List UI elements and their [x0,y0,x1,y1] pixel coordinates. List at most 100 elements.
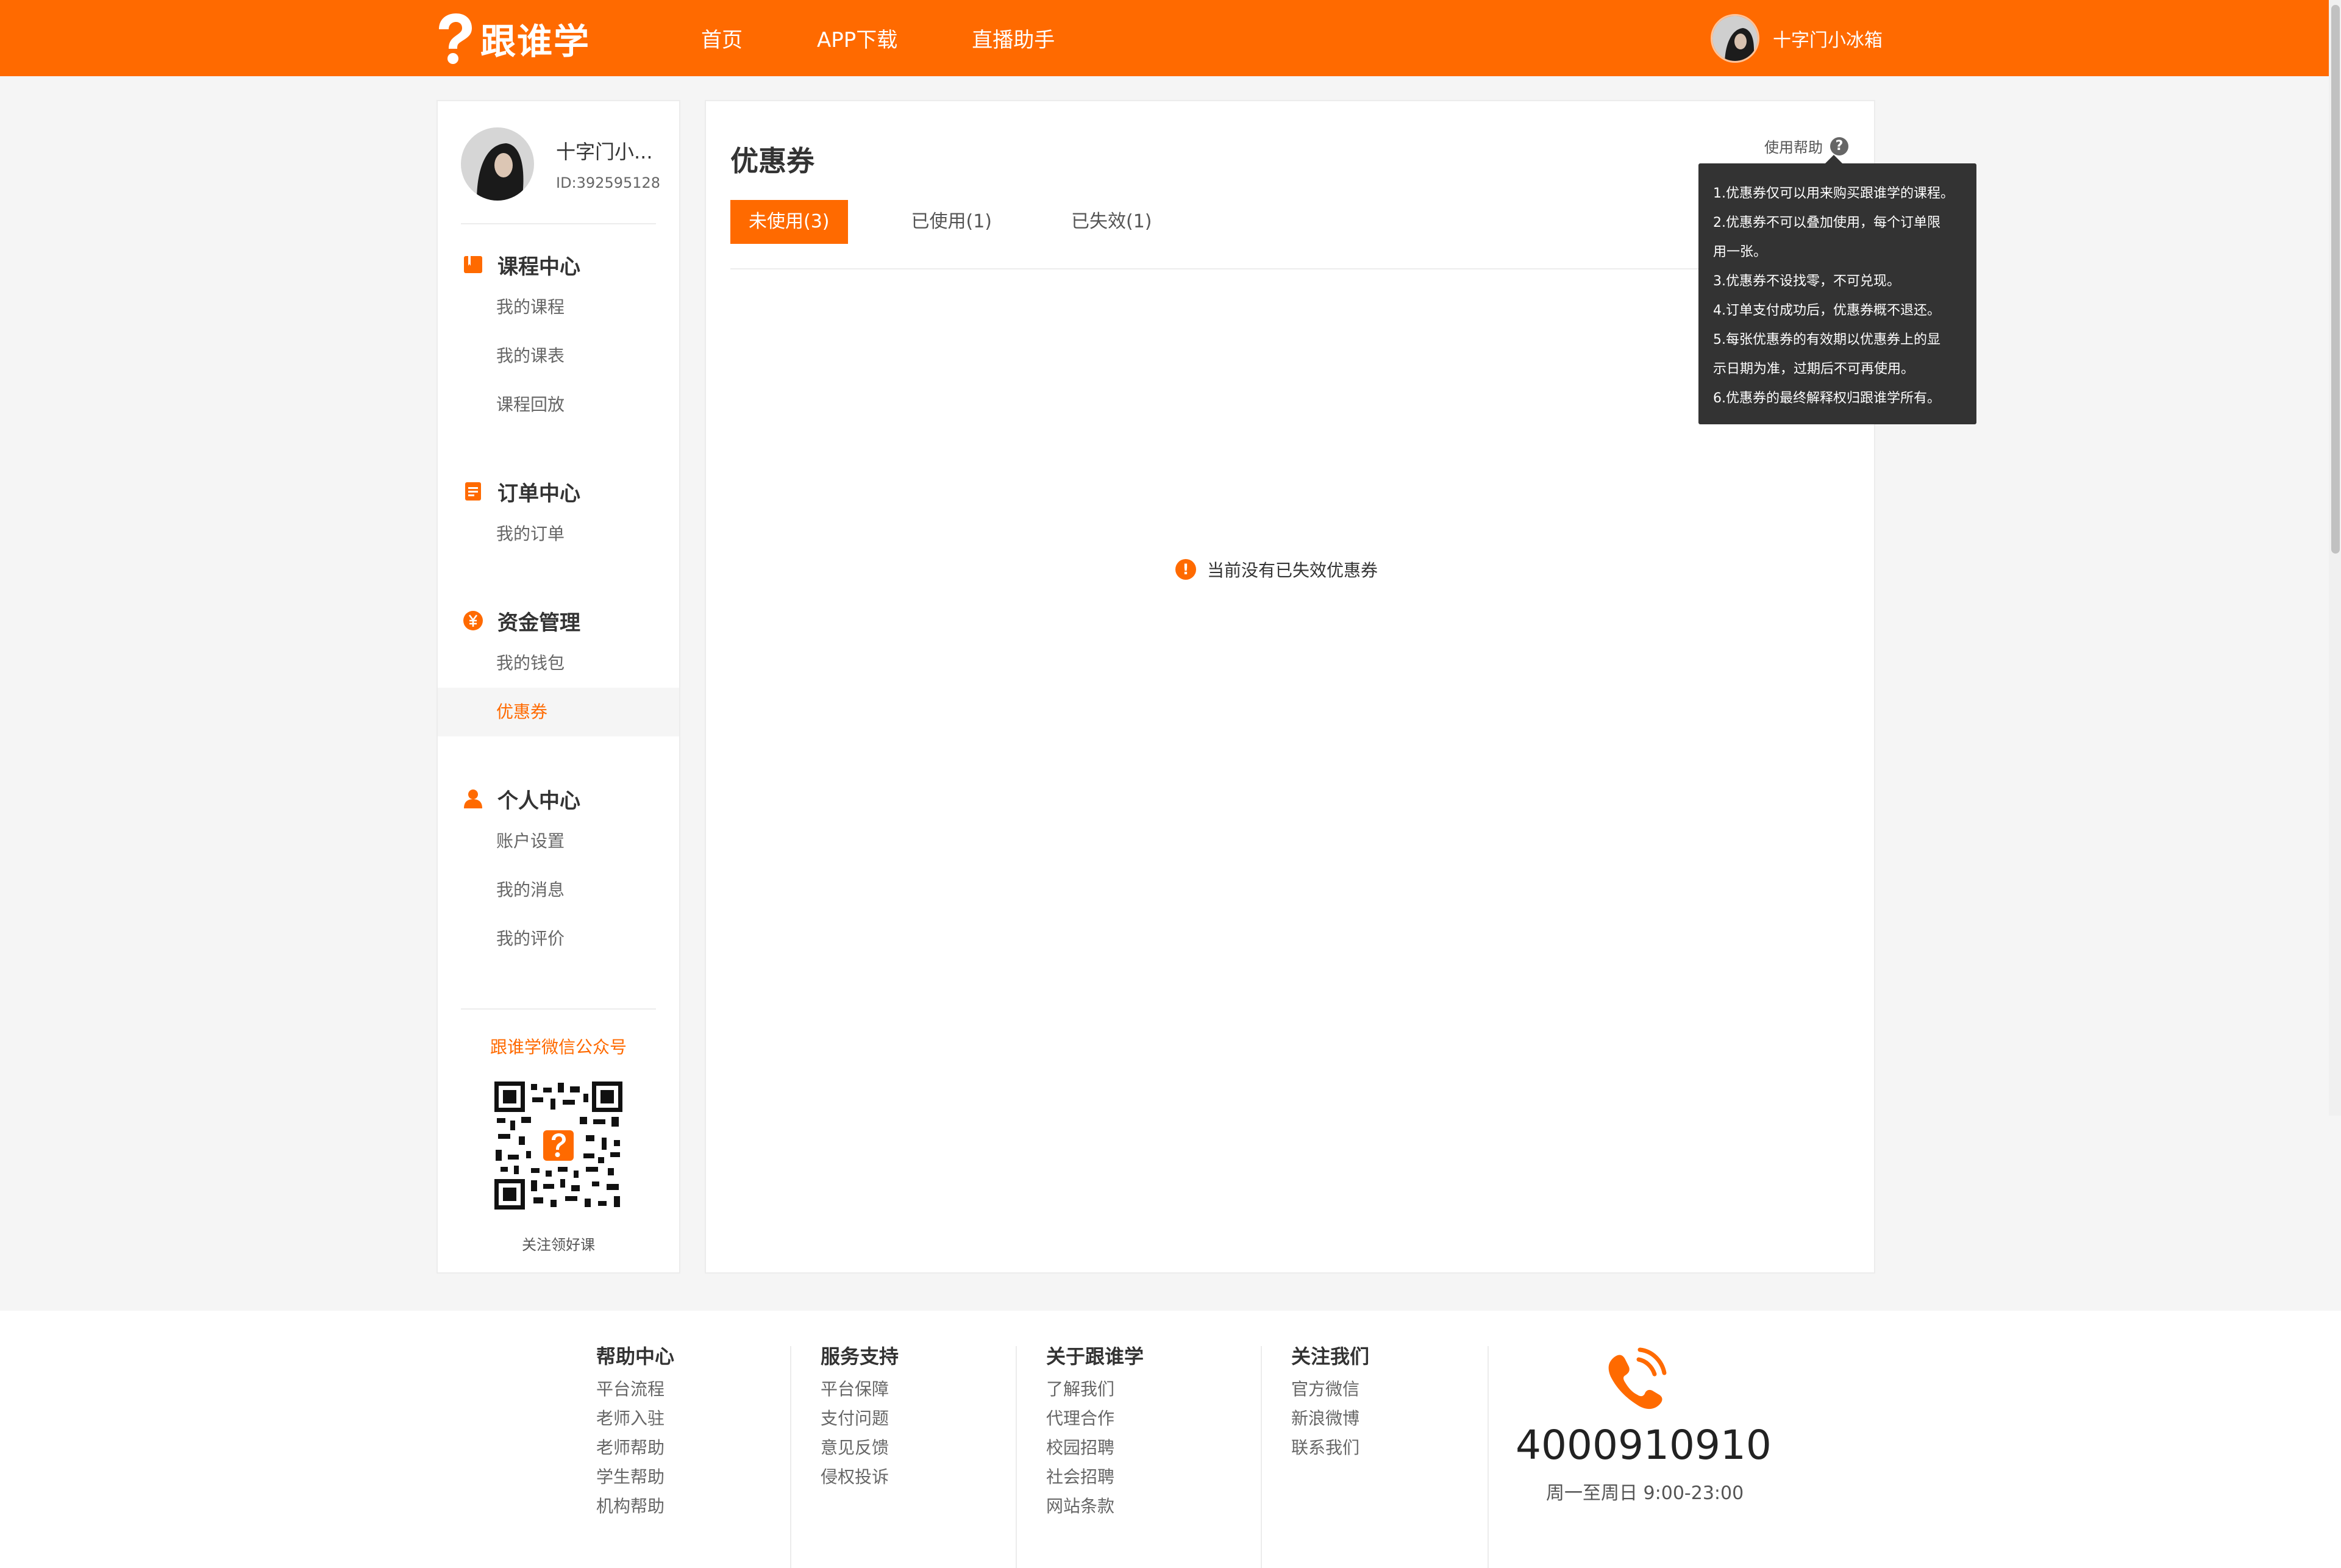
footer-link[interactable]: 校园招聘 [1046,1439,1144,1457]
footer-link[interactable]: 代理合作 [1046,1409,1144,1428]
footer-col-service: 服务支持 平台保障 支付问题 意见反馈 侵权投诉 [821,1341,899,1486]
footer-link[interactable]: 支付问题 [821,1409,899,1428]
menu-item-course-replay[interactable]: 课程回放 [438,380,679,429]
menu-group-course: 课程中心 我的课程 我的课表 课程回放 [438,246,679,429]
footer-col-about: 关于跟谁学 了解我们 代理合作 校园招聘 社会招聘 网站条款 [1046,1341,1144,1516]
menu-item-my-courses[interactable]: 我的课程 [438,283,679,332]
footer-col-follow: 关注我们 官方微信 新浪微博 联系我们 [1291,1341,1369,1457]
usage-help[interactable]: 使用帮助 ? [1764,135,1848,157]
footer-link[interactable]: 联系我们 [1291,1439,1369,1457]
menu-item-account-settings[interactable]: 账户设置 [438,817,679,866]
user-menu[interactable]: 十字门小冰箱 [1711,13,1883,63]
page: 跟谁学 首页 APP下载 直播助手 十字门小冰箱 十字门小... ID:3925… [0,0,2341,1568]
footer-separator [1488,1346,1489,1568]
tab-expired[interactable]: 已失效(1) [1071,200,1152,244]
sidebar: 十字门小... ID:392595128 课程中心 我的课程 我的课表 课程回放 [436,100,680,1274]
footer-link[interactable]: 老师入驻 [596,1409,674,1428]
footer-link[interactable]: 新浪微博 [1291,1409,1369,1428]
menu-title-personal: 个人中心 [497,788,580,813]
footer-link[interactable]: 平台流程 [596,1380,674,1399]
hotline-hours: 周一至周日 9:00-23:00 [1546,1483,1744,1504]
footer-separator [1261,1346,1262,1568]
menu-title-finance: 资金管理 [497,610,580,635]
wechat-qr-code [494,1082,622,1210]
qr-divider [461,1008,656,1010]
profile-avatar[interactable] [461,127,534,201]
nav-app-download[interactable]: APP下载 [817,23,897,53]
empty-message: 当前没有已失效优惠券 [1207,560,1378,580]
menu-title-course: 课程中心 [497,254,580,279]
menu-item-my-messages[interactable]: 我的消息 [438,866,679,914]
tooltip-line: 示日期为准，过期后不可再使用。 [1713,362,1915,377]
qr-caption: 关注领好课 [522,1236,595,1253]
document-icon [465,482,481,501]
tooltip-line: 2.优惠券不可以叠加使用，每个订单限 [1713,215,1940,230]
menu-group-finance: 资金管理 我的钱包 优惠券 [438,602,679,736]
footer-link[interactable]: 意见反馈 [821,1439,899,1457]
footer-link[interactable]: 了解我们 [1046,1380,1144,1399]
menu-group-personal: 个人中心 账户设置 我的消息 我的评价 [438,780,679,963]
usage-help-tooltip: 1.优惠券仅可以用来购买跟谁学的课程。 2.优惠券不可以叠加使用，每个订单限 用… [1698,155,1976,424]
footer-link[interactable]: 侵权投诉 [821,1468,899,1486]
footer-link[interactable]: 官方微信 [1291,1380,1369,1399]
tooltip-line: 3.优惠券不设找零，不可兑现。 [1713,274,1900,289]
footer-link[interactable]: 学生帮助 [596,1468,674,1486]
qr-title: 跟谁学微信公众号 [490,1037,627,1057]
tab-used[interactable]: 已使用(1) [911,200,992,244]
footer: 帮助中心 平台流程 老师入驻 老师帮助 学生帮助 机构帮助 服务支持 平台保障 … [0,1311,2341,1568]
tooltip-line: 用一张。 [1713,244,1767,260]
footer-col-help: 帮助中心 平台流程 老师入驻 老师帮助 学生帮助 机构帮助 [596,1341,674,1516]
wechat-qr-section: 跟谁学微信公众号 关注领好课 [438,1034,679,1254]
empty-state: ! 当前没有已失效优惠券 [1175,557,1378,582]
tooltip-line: 4.订单支付成功后，优惠券概不退还。 [1713,303,1940,318]
page-scrollbar[interactable] [2329,0,2341,1116]
footer-separator [790,1346,791,1568]
profile-divider [461,223,656,224]
footer-link[interactable]: 平台保障 [821,1380,899,1399]
menu-group-order: 订单中心 我的订单 [438,473,679,558]
user-name: 十字门小冰箱 [1773,30,1883,51]
profile-name: 十字门小... [556,140,653,163]
usage-help-label: 使用帮助 [1764,139,1823,156]
footer-link[interactable]: 社会招聘 [1046,1468,1144,1486]
tabs-divider [730,268,1852,269]
phone-icon [1608,1347,1667,1409]
footer-link[interactable]: 网站条款 [1046,1497,1144,1516]
footer-separator [1016,1346,1017,1568]
scrollbar-thumb[interactable] [2331,5,2340,554]
warning-icon: ! [1175,559,1196,580]
hotline-number: 4000910910 [1516,1422,1772,1469]
tooltip-line: 5.每张优惠券的有效期以优惠券上的显 [1713,332,1940,347]
footer-link[interactable]: 机构帮助 [596,1497,674,1516]
book-icon [464,256,482,273]
money-icon [463,611,483,630]
menu-item-my-schedule[interactable]: 我的课表 [438,332,679,380]
person-icon [464,789,482,808]
menu-item-my-orders[interactable]: 我的订单 [438,510,679,558]
menu-item-my-wallet[interactable]: 我的钱包 [438,639,679,688]
question-mark-logo-icon [439,13,472,64]
nav-home[interactable]: 首页 [701,23,743,53]
menu-item-coupons[interactable]: 优惠券 [438,688,679,736]
coupon-tabs: 未使用(3) 已使用(1) 已失效(1) [730,200,1152,244]
nav-live-assistant[interactable]: 直播助手 [972,23,1055,53]
page-title: 优惠券 [730,144,814,177]
menu-item-my-reviews[interactable]: 我的评价 [438,914,679,963]
footer-col-title: 服务支持 [821,1345,899,1368]
help-question-icon[interactable]: ? [1830,137,1848,155]
tooltip-line: 1.优惠券仅可以用来购买跟谁学的课程。 [1713,186,1954,201]
footer-col-title: 关注我们 [1291,1345,1370,1368]
footer-col-title: 帮助中心 [596,1345,675,1368]
footer-link[interactable]: 老师帮助 [596,1439,674,1457]
menu-title-order: 订单中心 [497,481,580,506]
tooltip-line: 6.优惠券的最终解释权归跟谁学所有。 [1713,391,1940,406]
profile-id: ID:392595128 [556,174,661,191]
tab-unused[interactable]: 未使用(3) [730,200,848,244]
top-header: 跟谁学 首页 APP下载 直播助手 十字门小冰箱 [0,0,2329,76]
user-avatar [1711,14,1759,63]
footer-col-title: 关于跟谁学 [1046,1345,1144,1368]
profile-card: 十字门小... ID:392595128 [461,124,660,204]
logo[interactable]: 跟谁学 [433,12,590,65]
main-nav: 首页 APP下载 直播助手 [701,0,1129,76]
logo-text: 跟谁学 [480,21,591,62]
